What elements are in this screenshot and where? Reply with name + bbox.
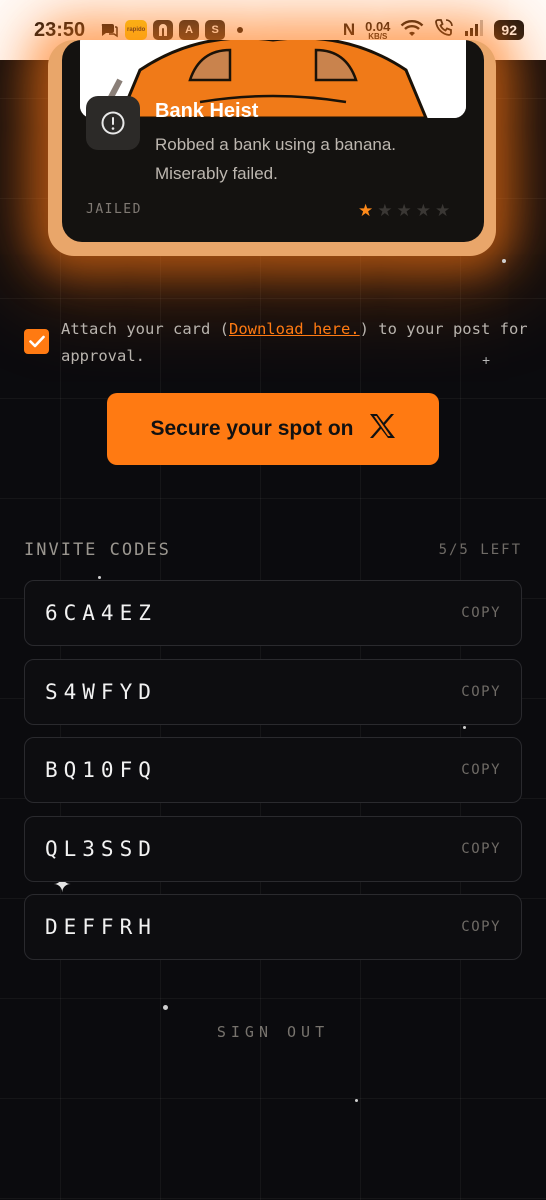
more-notifications-dot: [237, 27, 244, 33]
card-status-label: JAILED: [86, 202, 142, 217]
invite-code-value: BQ10FQ: [45, 758, 157, 782]
attach-text-before: Attach your card (: [61, 320, 229, 338]
sparkle-dot: [502, 259, 506, 263]
sparkle-dot: [355, 1099, 358, 1102]
star-filled-icon: ★: [358, 201, 374, 220]
system-icons: N 0.04 KB/S 92: [343, 18, 524, 43]
wifi-icon: [400, 19, 424, 42]
network-speed: 0.04 KB/S: [365, 20, 390, 41]
copy-code-button[interactable]: COPY: [461, 684, 501, 700]
invite-codes-heading: INVITE CODES: [24, 540, 171, 560]
sign-out-button[interactable]: SIGN OUT: [0, 1023, 546, 1041]
invite-code-row: BQ10FQ COPY: [24, 737, 522, 803]
invite-code-list: 6CA4EZ COPY S4WFYD COPY BQ10FQ COPY QL3S…: [24, 580, 522, 973]
nfc-icon: N: [342, 20, 356, 39]
invite-code-value: S4WFYD: [45, 679, 157, 704]
download-card-link[interactable]: Download here.: [229, 320, 360, 338]
copy-code-button[interactable]: COPY: [461, 841, 501, 857]
app-icon: [153, 20, 174, 40]
notification-icons: rapido A S: [99, 20, 244, 40]
copy-code-button[interactable]: COPY: [461, 605, 501, 621]
wifi-calling-icon: [434, 18, 454, 43]
sparkle-dot: [98, 576, 101, 579]
attach-card-row: Attach your card (Download here.) to you…: [24, 316, 534, 370]
x-logo-icon: [368, 413, 396, 445]
network-speed-value: 0.04: [365, 18, 391, 34]
achievement-card: Bank Heist Robbed a bank using a banana.…: [62, 40, 484, 242]
invite-code-row: QL3SSD COPY: [24, 815, 522, 882]
card-title: Bank Heist: [155, 100, 259, 122]
star-empty-icon: ★: [377, 201, 393, 220]
star-empty-icon: ★: [435, 201, 451, 220]
chat-icon: [99, 20, 119, 40]
attach-card-checkbox[interactable]: [24, 329, 49, 354]
copy-code-button[interactable]: COPY: [461, 762, 501, 778]
app-s-icon: S: [205, 20, 226, 40]
invite-code-row: 6CA4EZ COPY: [24, 580, 522, 646]
info-icon: [86, 96, 140, 150]
invite-code-value: DEFFRH: [45, 915, 157, 939]
invite-code-row: S4WFYD COPY: [24, 658, 522, 725]
star-empty-icon: ★: [415, 201, 431, 220]
attach-card-text: Attach your card (Download here.) to you…: [61, 316, 534, 370]
copy-code-button[interactable]: COPY: [461, 919, 501, 935]
app-a-icon: A: [179, 20, 200, 40]
star-rating: ★ ★ ★ ★ ★: [358, 202, 450, 219]
cta-label: Secure your spot on: [150, 417, 354, 440]
invite-codes-remaining: 5/5 LEFT: [438, 542, 522, 558]
status-time: 23:50: [34, 18, 86, 41]
invite-code-value: 6CA4EZ: [45, 601, 157, 625]
battery-indicator: 92: [494, 20, 524, 40]
invite-code-row: DEFFRH COPY: [24, 894, 522, 960]
rapido-icon: rapido: [125, 20, 148, 40]
secure-spot-on-x-button[interactable]: Secure your spot on: [107, 393, 439, 465]
invite-code-value: QL3SSD: [45, 836, 157, 861]
sparkle-dot: [163, 1005, 168, 1010]
signal-icon: [464, 19, 484, 42]
star-empty-icon: ★: [396, 201, 412, 220]
card-description: Robbed a bank using a banana. Miserably …: [155, 135, 397, 183]
